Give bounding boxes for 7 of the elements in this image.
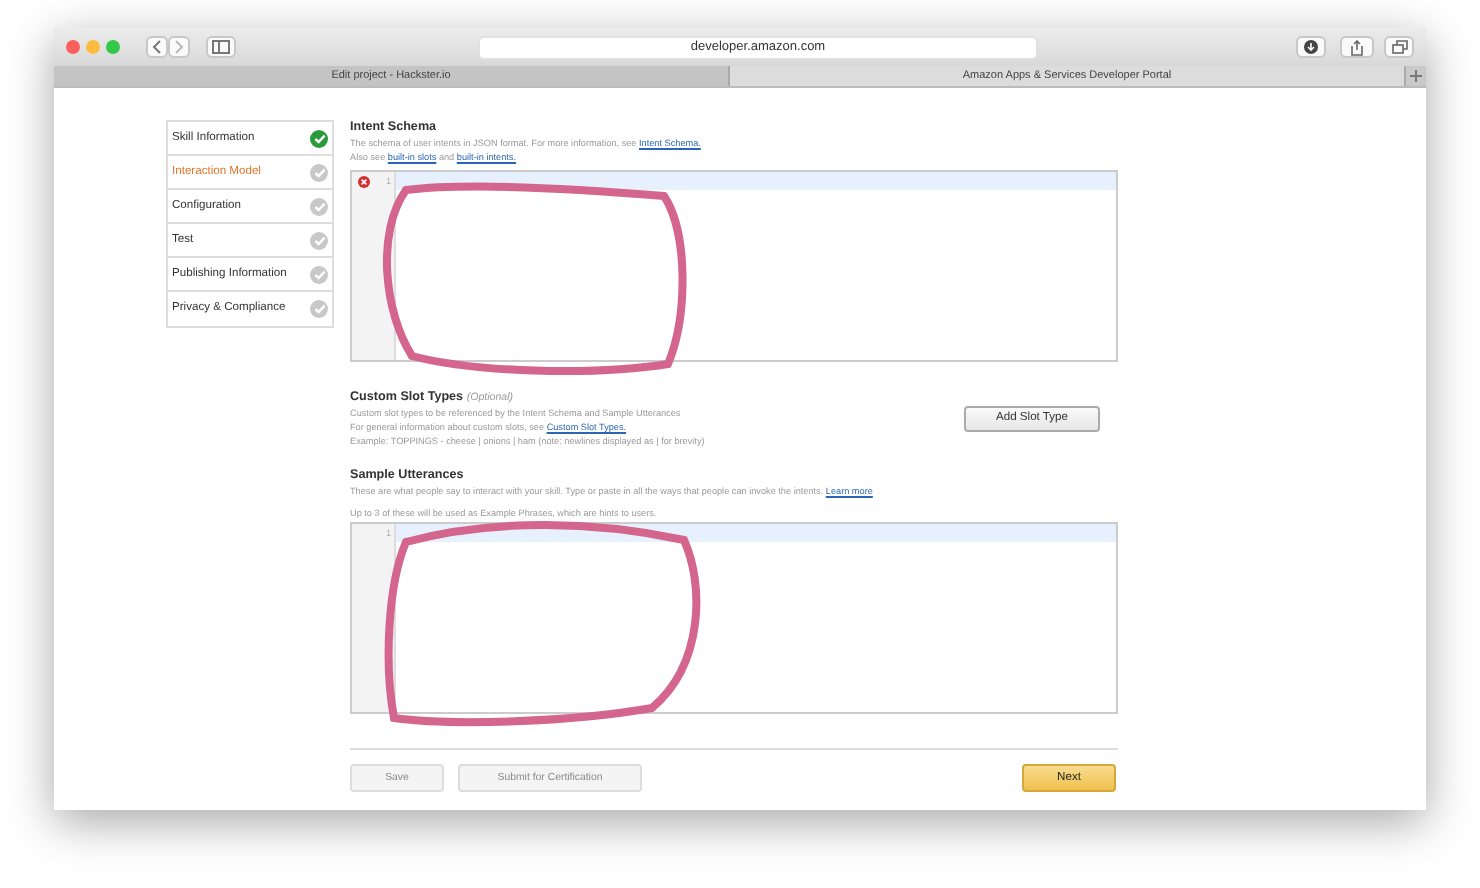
- tabs-icon[interactable]: [1384, 36, 1414, 58]
- sidebar-icon[interactable]: [206, 36, 236, 58]
- back-icon[interactable]: [146, 36, 168, 58]
- download-icon[interactable]: [1296, 36, 1326, 58]
- new-tab-icon[interactable]: [1406, 66, 1426, 86]
- share-icon[interactable]: [1340, 36, 1374, 58]
- forward-icon[interactable]: [168, 36, 190, 58]
